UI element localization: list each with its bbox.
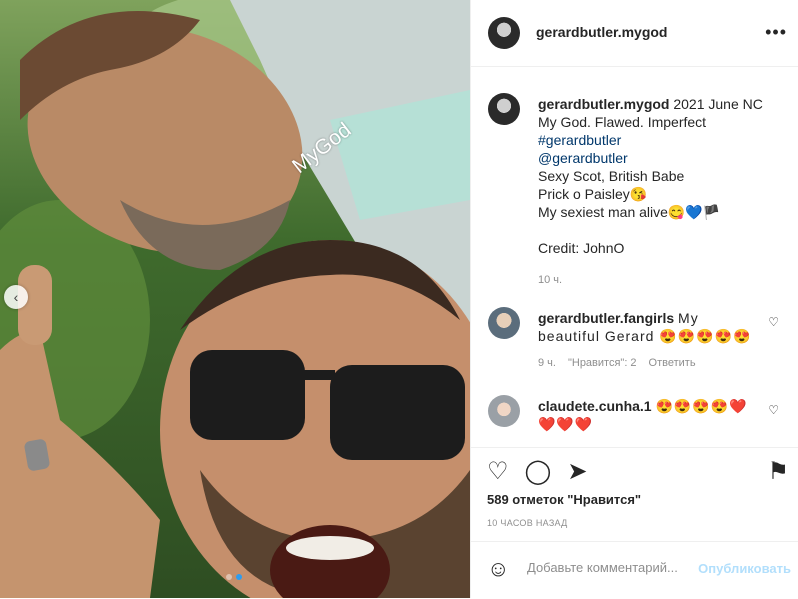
caption-author-avatar[interactable]	[488, 93, 520, 125]
commenter-avatar[interactable]	[488, 307, 520, 339]
post-caption: gerardbutler.mygod 2021 June NC My God. …	[538, 95, 788, 289]
caption-line: Credit: JohnO	[538, 240, 625, 256]
bookmark-icon[interactable]: ⚑	[767, 460, 789, 484]
carousel-dot	[226, 574, 232, 580]
reply-button[interactable]: Ответить	[649, 357, 696, 369]
carousel-prev-button[interactable]: ‹	[4, 285, 28, 309]
publish-comment-button[interactable]: Опубликовать	[698, 561, 791, 576]
carousel-indicator	[226, 574, 242, 580]
comment-likes[interactable]: "Нравится": 2	[568, 357, 637, 369]
post-time-ago[interactable]: 10 ЧАСОВ НАЗАД	[487, 518, 568, 528]
caption-line: My sexiest man alive😋💙🏴	[538, 204, 721, 220]
comment-timestamp[interactable]: 9 ч.	[538, 357, 556, 369]
post-header: gerardbutler.mygod •••	[471, 0, 798, 67]
comment-bubble-icon[interactable]: ◯	[525, 460, 552, 484]
chevron-left-icon: ‹	[13, 289, 19, 305]
emoji-smile-icon[interactable]: ☺	[487, 556, 509, 582]
caption-line: Sexy Scot, British Babe	[538, 168, 685, 184]
share-paper-plane-icon[interactable]: ➤	[567, 460, 587, 484]
comment-body: claudete.cunha.1 😍😍😍😍❤️ ❤️❤️❤️	[538, 397, 764, 433]
caption-line: My God. Flawed. Imperfect	[538, 114, 707, 130]
mention-link[interactable]: @gerardbutler	[538, 149, 788, 167]
commenter-username[interactable]: gerardbutler.fangirls	[538, 310, 674, 326]
comment-meta: 9 ч. "Нравится": 2 Ответить	[538, 357, 696, 369]
post-side-panel: gerardbutler.mygod ••• gerardbutler.mygo…	[470, 0, 798, 598]
add-comment-bar: ☺ Опубликовать	[471, 541, 798, 599]
heart-icon[interactable]: ♡	[768, 403, 779, 417]
comment-input[interactable]	[525, 559, 697, 576]
commenter-username[interactable]: claudete.cunha.1	[538, 398, 652, 414]
carousel-dot-active	[236, 574, 242, 580]
action-icons: ♡ ◯ ➤	[487, 460, 587, 484]
post-actions: ♡ ◯ ➤ ⚑ 589 отметок "Нравится" 10 ЧАСОВ …	[471, 447, 798, 540]
heart-icon[interactable]: ♡	[768, 315, 779, 329]
likes-count[interactable]: 589 отметок "Нравится"	[487, 492, 641, 507]
caption-line: Prick o Paisley😘	[538, 186, 648, 202]
author-avatar[interactable]	[488, 17, 520, 49]
caption-timestamp[interactable]: 10 ч.	[538, 271, 788, 289]
post-photo[interactable]: MyGod ‹	[0, 0, 470, 598]
commenter-avatar[interactable]	[488, 395, 520, 427]
hashtag-link[interactable]: #gerardbutler	[538, 131, 788, 149]
comments-section: gerardbutler.mygod 2021 June NC My God. …	[471, 67, 798, 447]
caption-line	[538, 221, 788, 239]
caption-username[interactable]: gerardbutler.mygod	[538, 96, 669, 112]
author-username[interactable]: gerardbutler.mygod	[536, 24, 667, 40]
caption-line: 2021 June NC	[673, 96, 763, 112]
photo-illustration	[0, 0, 470, 598]
comment-body: gerardbutler.fangirls My beautiful Gerar…	[538, 309, 764, 345]
more-horizontal-icon[interactable]: •••	[765, 22, 787, 43]
heart-icon[interactable]: ♡	[487, 460, 509, 484]
